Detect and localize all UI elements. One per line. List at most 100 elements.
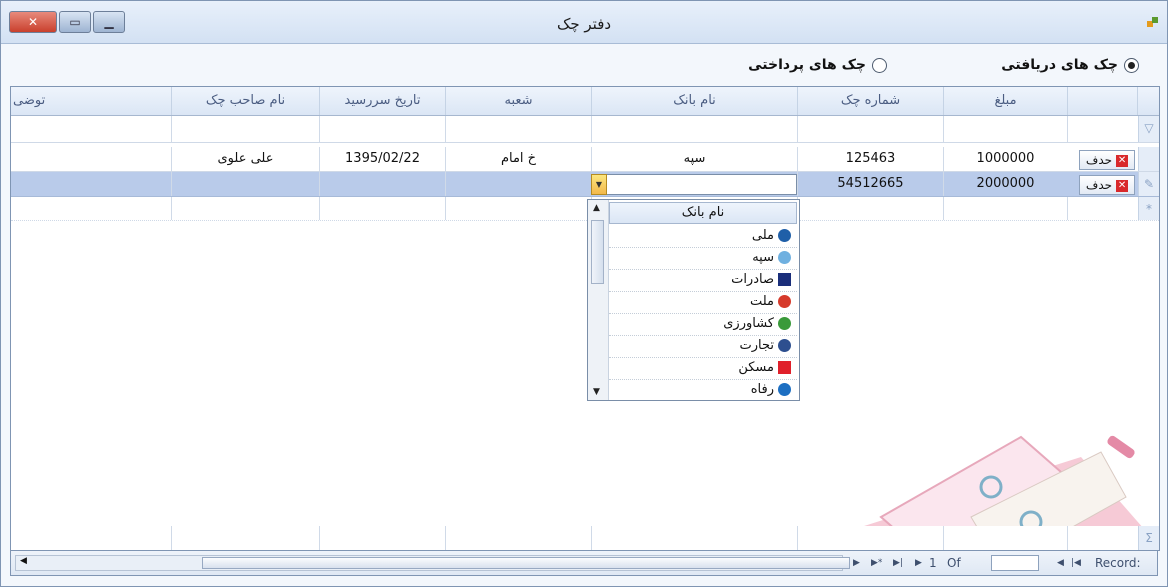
cell-amount[interactable]: 2000000 — [943, 172, 1067, 196]
filter-bank[interactable] — [591, 116, 797, 142]
bank-option-refah[interactable]: رفاه — [609, 379, 797, 401]
bank-option-tejarat[interactable]: تجارت — [609, 335, 797, 358]
new-cell-amount[interactable] — [943, 197, 1067, 220]
nav-add-icon[interactable]: ▶* — [871, 558, 882, 568]
maskan-bank-icon — [778, 361, 791, 374]
row-indicator — [1138, 147, 1159, 171]
summary-due-date — [319, 526, 445, 550]
scroll-down-icon[interactable]: ▼ — [593, 387, 600, 397]
bank-option-sepah[interactable]: سپه — [609, 247, 797, 270]
tejarat-bank-icon — [778, 339, 791, 352]
bank-option-label: ملی — [751, 228, 774, 243]
grid-header: توضی نام صاحب چک تاریخ سررسید شعبه نام ب… — [11, 87, 1159, 116]
delete-label: حدف — [1085, 178, 1113, 192]
cell-owner[interactable]: علی علوی — [171, 147, 319, 171]
new-row-icon: * — [1138, 197, 1159, 220]
cell-bank[interactable]: سپه — [591, 147, 797, 171]
delete-icon: ✕ — [1116, 179, 1129, 192]
bank-option-melli[interactable]: ملی — [609, 225, 797, 248]
cell-due-date[interactable]: 1395/02/22 — [319, 147, 445, 171]
summary-row: Σ — [10, 526, 1160, 551]
bank-editor-input[interactable] — [591, 174, 797, 195]
filter-amount[interactable] — [943, 116, 1067, 142]
summary-owner — [171, 526, 319, 550]
sepah-bank-icon — [778, 251, 791, 264]
column-header-amount[interactable]: مبلغ — [943, 87, 1067, 115]
filter-row: ▽ — [11, 116, 1159, 143]
bank-option-maskan[interactable]: مسکن — [609, 357, 797, 380]
nav-next-icon[interactable]: ▶ — [915, 558, 922, 568]
new-cell-owner[interactable] — [171, 197, 319, 220]
summary-delete — [1067, 526, 1137, 550]
filter-delete — [1067, 116, 1137, 142]
column-header-gutter — [1137, 87, 1159, 115]
table-row-selected[interactable]: 54512665 2000000 ✕حدف ✎ — [11, 172, 1159, 197]
bank-option-mellat[interactable]: ملت — [609, 291, 797, 314]
nav-end-icon[interactable]: ▶| — [893, 558, 903, 568]
scroll-thumb[interactable] — [591, 220, 604, 284]
bank-option-label: صادرات — [731, 272, 774, 287]
column-header-owner[interactable]: نام صاحب چک — [171, 87, 319, 115]
bank-option-label: تجارت — [739, 338, 775, 353]
window-title: دفتر چک — [556, 15, 612, 33]
delete-button[interactable]: ✕حدف — [1079, 150, 1135, 170]
column-header-check-number[interactable]: شماره چک — [797, 87, 943, 115]
filter-owner[interactable] — [171, 116, 319, 142]
filter-check-number[interactable] — [797, 116, 943, 142]
delete-label: حدف — [1085, 153, 1113, 167]
notebook-illustration — [861, 435, 1143, 527]
bank-option-label: سپه — [752, 250, 774, 265]
new-cell-delete — [1067, 197, 1137, 220]
saderat-bank-icon — [778, 273, 791, 286]
column-header-delete — [1067, 87, 1137, 115]
nav-first-icon[interactable]: |◀ — [1071, 558, 1081, 568]
mellat-bank-icon — [778, 295, 791, 308]
paid-checks-radio[interactable]: چک های پرداختی — [748, 57, 887, 73]
new-cell-check-number[interactable] — [797, 197, 943, 220]
summary-amount — [943, 526, 1067, 550]
delete-button[interactable]: ✕حدف — [1079, 175, 1135, 195]
nav-prev-icon[interactable]: ◀ — [1057, 558, 1064, 568]
received-checks-radio[interactable]: چک های دریافتی — [1001, 57, 1139, 73]
scroll-left-icon[interactable]: ◀ — [20, 556, 27, 566]
record-number-input[interactable] — [991, 555, 1039, 571]
filter-branch[interactable] — [445, 116, 591, 142]
radio-unselected-icon — [872, 57, 887, 73]
bank-option-label: ملت — [749, 294, 774, 309]
filter-icon[interactable]: ▽ — [1138, 116, 1159, 142]
cell-description[interactable] — [11, 147, 171, 171]
bank-option-label: مسکن — [738, 360, 774, 375]
cell-due-date[interactable] — [319, 172, 445, 196]
summary-check-number — [797, 526, 943, 550]
bank-option-keshavarzi[interactable]: کشاورزی — [609, 313, 797, 336]
filter-due-date[interactable] — [319, 116, 445, 142]
cell-owner[interactable] — [171, 172, 319, 196]
paid-checks-label: چک های پرداختی — [748, 57, 866, 73]
horizontal-scrollbar[interactable]: ◀ — [15, 555, 850, 571]
bank-dropdown-popup[interactable]: ▲ ▼ نام بانک ملی سپه صادرات ملت کشاورزی … — [587, 199, 800, 401]
new-cell-branch[interactable] — [445, 197, 591, 220]
bank-option-saderat[interactable]: صادرات — [609, 269, 797, 292]
table-row[interactable]: علی علوی 1395/02/22 خ امام سپه 125463 10… — [11, 147, 1159, 172]
horizontal-scroll-thumb[interactable] — [202, 557, 850, 569]
new-cell-due-date[interactable] — [319, 197, 445, 220]
cell-amount[interactable]: 1000000 — [943, 147, 1067, 171]
nav-last-icon[interactable]: ▶ — [853, 558, 860, 568]
popup-scrollbar[interactable]: ▲ ▼ — [588, 200, 609, 400]
cell-check-number[interactable]: 54512665 — [797, 172, 943, 196]
column-header-description[interactable]: توضی — [11, 87, 171, 115]
column-header-branch[interactable]: شعبه — [445, 87, 591, 115]
cell-branch[interactable]: خ امام — [445, 147, 591, 171]
column-header-due-date[interactable]: تاریخ سررسید — [319, 87, 445, 115]
edit-row-icon: ✎ — [1138, 172, 1159, 196]
cell-description[interactable] — [11, 172, 171, 196]
radio-selected-icon — [1124, 57, 1139, 73]
app-icon — [1147, 17, 1159, 29]
scroll-up-icon[interactable]: ▲ — [593, 203, 600, 213]
bank-dropdown-button[interactable]: ▼ — [591, 174, 607, 195]
new-row[interactable]: * — [11, 197, 1159, 221]
cell-branch[interactable] — [445, 172, 591, 196]
bank-option-label: رفاه — [750, 382, 774, 397]
column-header-bank[interactable]: نام بانک — [591, 87, 797, 115]
cell-check-number[interactable]: 125463 — [797, 147, 943, 171]
